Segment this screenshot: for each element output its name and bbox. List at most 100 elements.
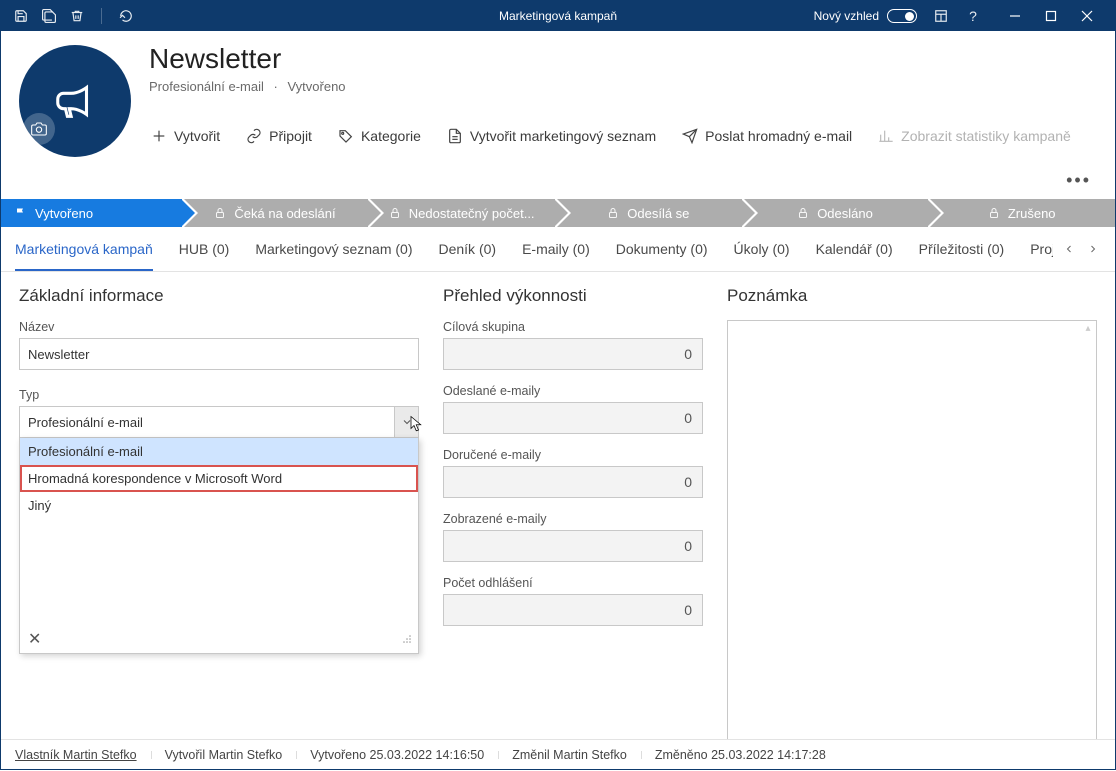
document-icon (447, 128, 463, 144)
type-option-hromadna[interactable]: Hromadná korespondence v Microsoft Word (20, 465, 418, 492)
stage-label: Čeká na odeslání (234, 206, 335, 221)
layout-icon[interactable] (933, 8, 949, 24)
metric-label: Cílová skupina (443, 320, 703, 334)
subtitle-type: Profesionální e-mail (149, 79, 264, 94)
plus-icon (151, 128, 167, 144)
stage-label: Vytvořeno (35, 206, 93, 221)
type-value: Profesionální e-mail (28, 415, 143, 430)
metric-label: Zobrazené e-maily (443, 512, 703, 526)
delete-icon[interactable] (69, 8, 85, 24)
dropdown-close-button[interactable]: ✕ (28, 629, 41, 649)
tab-ukoly[interactable]: Úkoly (0) (734, 227, 790, 271)
tab-denik[interactable]: Deník (0) (438, 227, 496, 271)
type-combobox[interactable]: Profesionální e-mail Profesionální e-mai… (19, 406, 419, 438)
stage-zruseno[interactable]: Zrušeno (928, 199, 1115, 227)
close-button[interactable] (1069, 1, 1105, 31)
name-input[interactable] (19, 338, 419, 370)
flag-icon (15, 207, 27, 219)
footer-owner[interactable]: Vlastník Martin Stefko (15, 748, 151, 762)
create-button[interactable]: Vytvořit (149, 124, 222, 148)
tabs: Marketingová kampaň HUB (0) Marketingový… (1, 227, 1115, 272)
metric-value: 0 (443, 338, 703, 370)
name-label: Název (19, 320, 419, 334)
metric-label: Doručené e-maily (443, 448, 703, 462)
type-field[interactable]: Profesionální e-mail (19, 406, 419, 438)
metric-value: 0 (443, 466, 703, 498)
type-dropdown: Profesionální e-mail Hromadná koresponde… (19, 438, 419, 654)
separator (101, 8, 102, 24)
minimize-button[interactable] (997, 1, 1033, 31)
metric-target: Cílová skupina 0 (443, 320, 703, 370)
new-look-toggle[interactable]: Nový vzhled (814, 9, 917, 23)
send-mass-button[interactable]: Poslat hromadný e-mail (680, 124, 854, 148)
stage-label: Odesláno (817, 206, 873, 221)
metric-viewed: Zobrazené e-maily 0 (443, 512, 703, 562)
stage-nedostatecny[interactable]: Nedostatečný počet... (368, 199, 555, 227)
metric-delivered: Doručené e-maily 0 (443, 448, 703, 498)
stage-label: Odesílá se (627, 206, 689, 221)
chevron-left-icon (1063, 243, 1075, 255)
stage-label: Nedostatečný počet... (409, 206, 535, 221)
stage-label: Zrušeno (1008, 206, 1056, 221)
record-header: Newsletter Profesionální e-mail · Vytvoř… (1, 31, 1115, 191)
new-look-label: Nový vzhled (814, 9, 879, 23)
section-perf-title: Přehled výkonnosti (443, 286, 703, 306)
save-icon[interactable] (13, 8, 29, 24)
section-basic-title: Základní informace (19, 286, 419, 306)
scroll-up-icon: ▴ (1082, 323, 1094, 334)
section-basic: Základní informace Název Typ Profesionál… (19, 286, 419, 761)
metric-value: 0 (443, 594, 703, 626)
link-button[interactable]: Připojit (244, 124, 314, 148)
tab-dokumenty[interactable]: Dokumenty (0) (616, 227, 708, 271)
stage-odesila[interactable]: Odesílá se (555, 199, 742, 227)
type-dropdown-button[interactable] (394, 407, 418, 437)
tabs-next-button[interactable] (1085, 241, 1101, 257)
entity-subtitle: Profesionální e-mail · Vytvořeno (149, 79, 1097, 94)
tab-emaily[interactable]: E-maily (0) (522, 227, 590, 271)
refresh-icon[interactable] (118, 8, 134, 24)
form-body: Základní informace Název Typ Profesionál… (1, 272, 1115, 771)
lock-icon (988, 207, 1000, 219)
footer-modified-by: Změnil Martin Stefko (498, 748, 641, 762)
link-label: Připojit (269, 128, 312, 144)
metric-value: 0 (443, 530, 703, 562)
tag-icon (338, 128, 354, 144)
type-option-jiny[interactable]: Jiný (20, 492, 418, 519)
tab-prilezitosti[interactable]: Příležitosti (0) (919, 227, 1005, 271)
stats-button: Zobrazit statistiky kampaně (876, 124, 1073, 148)
tabs-prev-button[interactable] (1061, 241, 1077, 257)
stage-vytvoreno[interactable]: Vytvořeno (1, 199, 182, 227)
lock-icon (389, 207, 401, 219)
help-icon[interactable]: ? (965, 8, 981, 24)
tab-projekt[interactable]: Projek (1030, 227, 1053, 271)
tab-hub[interactable]: HUB (0) (179, 227, 230, 271)
tab-kalendar[interactable]: Kalendář (0) (816, 227, 893, 271)
more-actions-button[interactable]: ••• (1066, 170, 1097, 191)
metric-value: 0 (443, 402, 703, 434)
lock-icon (797, 207, 809, 219)
stage-odeslano[interactable]: Odesláno (742, 199, 929, 227)
change-image-button[interactable] (23, 113, 55, 145)
stats-label: Zobrazit statistiky kampaně (901, 128, 1071, 144)
metric-unsub: Počet odhlášení 0 (443, 576, 703, 626)
tab-seznam[interactable]: Marketingový seznam (0) (255, 227, 412, 271)
record-avatar[interactable] (19, 45, 131, 157)
tab-kampan[interactable]: Marketingová kampaň (15, 227, 153, 271)
categories-button[interactable]: Kategorie (336, 124, 423, 148)
resize-grip-icon[interactable] (402, 634, 412, 644)
stage-ceka[interactable]: Čeká na odeslání (182, 199, 369, 227)
note-textarea[interactable]: ▴ (727, 320, 1097, 744)
footer-modified-on: Změněno 25.03.2022 14:17:28 (641, 748, 840, 762)
footer-created-by: Vytvořil Martin Stefko (151, 748, 297, 762)
create-list-button[interactable]: Vytvořit marketingový seznam (445, 124, 658, 148)
maximize-button[interactable] (1033, 1, 1069, 31)
megaphone-icon (52, 78, 98, 124)
toggle-switch-icon[interactable] (887, 9, 917, 23)
chevron-right-icon (1087, 243, 1099, 255)
send-mass-label: Poslat hromadný e-mail (705, 128, 852, 144)
chevron-down-icon (401, 416, 413, 428)
type-option-profesionalni[interactable]: Profesionální e-mail (20, 438, 418, 465)
save-all-icon[interactable] (41, 8, 57, 24)
chart-icon (878, 128, 894, 144)
status-flow: Vytvořeno Čeká na odeslání Nedostatečný … (1, 199, 1115, 227)
